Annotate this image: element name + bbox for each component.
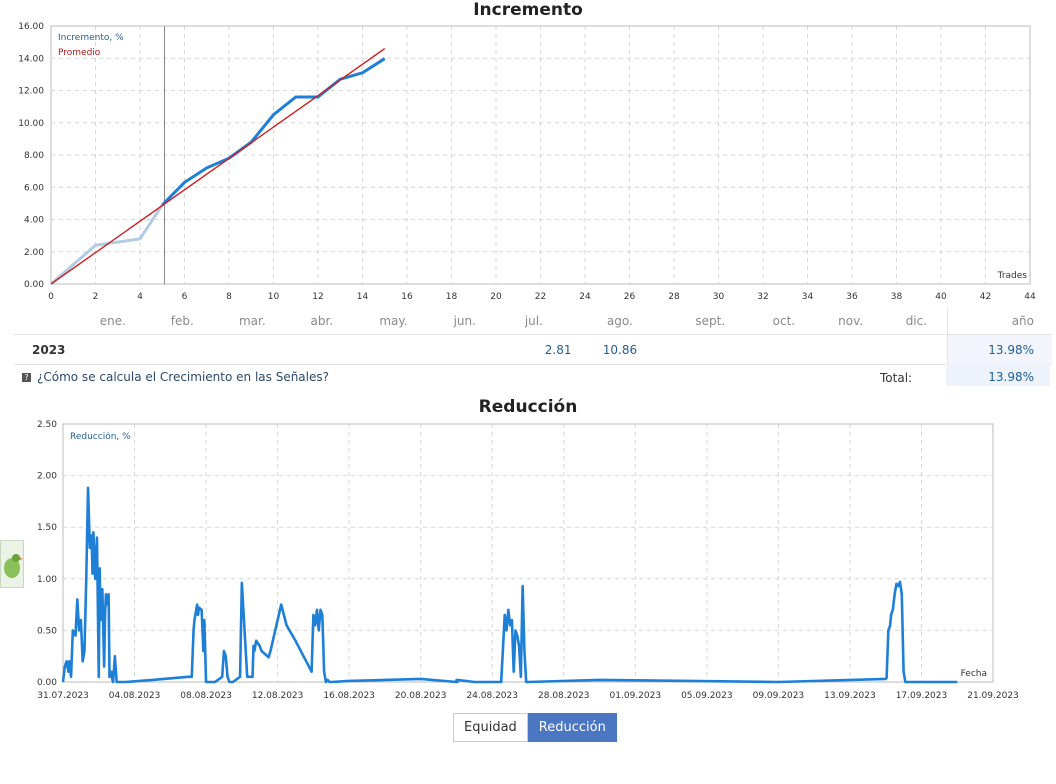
month-value (885, 334, 948, 365)
y-tick-label: 0.50 (37, 626, 57, 636)
x-axis-label: Trades (997, 271, 1028, 281)
month-header: sept. (668, 308, 753, 335)
y-tick-label: 2.00 (37, 472, 57, 482)
drawdown-chart: 31.07.2023 04.08.2023 08.08.2023 12.08.2023… (37, 420, 1019, 701)
month-value (76, 334, 150, 365)
total-label: Total: (880, 371, 913, 385)
month-value (149, 334, 215, 365)
x-tick-label: 16.08.2023 (323, 691, 375, 701)
x-tick-label: 34 (802, 292, 814, 302)
x-tick-label: 38 (891, 292, 903, 302)
y-tick-label: 0.00 (37, 678, 57, 688)
x-tick-label: 24.08.2023 (466, 691, 518, 701)
month-header: jul. (496, 308, 572, 335)
x-tick-label: 24 (579, 292, 591, 302)
x-tick-label: 08.08.2023 (180, 691, 232, 701)
y-tick-label: 6.00 (24, 183, 44, 193)
x-tick-label: 32 (757, 292, 768, 302)
x-tick-label: 16 (401, 292, 413, 302)
month-header: feb. (149, 308, 215, 335)
x-tick-label: 09.09.2023 (753, 691, 805, 701)
total-value: 13.98% (946, 364, 1050, 386)
month-value (214, 334, 290, 365)
x-tick-label: 04.08.2023 (109, 691, 161, 701)
month-header: ene. (76, 308, 150, 335)
month-header: abr. (289, 308, 354, 335)
bird-icon (4, 554, 23, 578)
tab-drawdown[interactable]: Reducción (527, 713, 617, 742)
x-tick-label: 12 (312, 292, 323, 302)
x-tick-label: 20.08.2023 (395, 691, 447, 701)
x-tick-label: 31.07.2023 (37, 691, 89, 701)
x-tick-label: 18 (446, 292, 458, 302)
y-tick-label: 2.50 (37, 420, 57, 430)
help-link-text[interactable]: ¿Cómo se calcula el Crecimiento en las S… (37, 370, 329, 384)
month-value (289, 334, 354, 365)
x-tick-label: 42 (980, 292, 991, 302)
legend-average: Promedio (58, 48, 101, 58)
month-header-row: ene. feb. mar. abr. may. jun. jul. ago. … (14, 308, 1052, 335)
month-value (668, 334, 753, 365)
table-row: 2023 2.81 10.86 13.98% (14, 334, 1052, 365)
x-tick-label: 14 (357, 292, 369, 302)
x-tick-label: 40 (935, 292, 947, 302)
x-tick-label: 36 (846, 292, 858, 302)
x-tick-label: 26 (624, 292, 636, 302)
year-label: 2023 (14, 334, 76, 365)
growth-help-link[interactable]: ? ¿Cómo se calcula el Crecimiento en las … (22, 370, 329, 384)
legend-drawdown: Reducción, % (70, 431, 131, 442)
y-tick-label: 1.50 (37, 523, 57, 533)
month-header: may. (353, 308, 434, 335)
x-tick-label: 05.09.2023 (681, 691, 733, 701)
month-header: jun. (433, 308, 497, 335)
monthly-growth-table: ene. feb. mar. abr. may. jun. jul. ago. … (14, 308, 1052, 365)
y-tick-label: 16.00 (18, 22, 44, 32)
x-tick-label: 21.09.2023 (967, 691, 1019, 701)
y-tick-label: 12.00 (18, 87, 44, 97)
x-tick-label: 17.09.2023 (896, 691, 948, 701)
y-tick-label: 14.00 (18, 54, 44, 64)
month-value (433, 334, 497, 365)
x-tick-label: 28 (668, 292, 680, 302)
x-tick-label: 12.08.2023 (252, 691, 304, 701)
x-tick-label: 6 (182, 292, 188, 302)
x-tick-label: 8 (226, 292, 232, 302)
x-tick-label: 20 (490, 292, 502, 302)
growth-chart: 0 2 4 6 8 10 12 14 16 18 20 22 24 26 28 30 32 34 36 38 40 42 4… (18, 22, 1036, 302)
year-header: año (947, 308, 1052, 335)
y-tick-label: 8.00 (24, 151, 44, 161)
y-tick-label: 1.00 (37, 575, 57, 585)
x-axis-label: Fecha (961, 669, 987, 679)
month-header: nov. (815, 308, 886, 335)
month-value (353, 334, 434, 365)
legend-growth: Incremento, % (58, 33, 124, 43)
month-value: 10.86 (571, 334, 669, 365)
month-value: 2.81 (496, 334, 572, 365)
y-tick-label: 0.00 (24, 280, 44, 290)
tab-equity[interactable]: Equidad (453, 713, 528, 742)
x-tick-label: 44 (1024, 292, 1036, 302)
chart-tabs: Equidad Reducción (453, 713, 617, 742)
month-header: mar. (214, 308, 290, 335)
x-tick-label: 4 (137, 292, 143, 302)
year-total-value: 13.98% (947, 334, 1052, 365)
y-tick-label: 4.00 (24, 216, 44, 226)
month-header: ago. (571, 308, 669, 335)
x-tick-label: 0 (48, 292, 54, 302)
question-icon: ? (22, 373, 31, 382)
month-value (752, 334, 816, 365)
y-tick-label: 10.00 (18, 119, 44, 129)
x-tick-label: 22 (535, 292, 546, 302)
x-tick-label: 2 (93, 292, 99, 302)
month-header: oct. (752, 308, 816, 335)
month-value (815, 334, 886, 365)
x-tick-label: 01.09.2023 (610, 691, 662, 701)
month-header: dic. (885, 308, 948, 335)
x-tick-label: 13.09.2023 (824, 691, 876, 701)
x-tick-label: 28.08.2023 (538, 691, 590, 701)
y-tick-label: 2.00 (24, 248, 44, 258)
x-tick-label: 30 (713, 292, 725, 302)
bird-avatar-thumbnail[interactable] (0, 540, 24, 588)
x-tick-label: 10 (268, 292, 280, 302)
